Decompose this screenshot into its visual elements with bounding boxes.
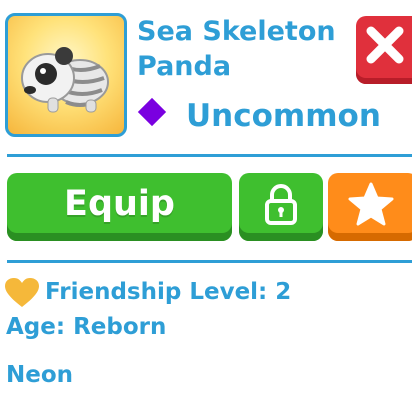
pet-name-line2: Panda [137,51,232,82]
divider-top [7,154,412,157]
close-icon [366,26,404,64]
equip-button-label: Equip [64,184,175,224]
sea-skeleton-panda-icon [21,47,109,113]
close-button[interactable] [356,16,412,84]
pet-name-line1: Sea Skeleton [137,16,336,47]
equip-button[interactable]: Equip [7,173,232,241]
divider-bottom [7,260,412,263]
rarity-label: Uncommon [186,98,381,134]
lock-button[interactable] [239,173,323,241]
neon-label: Neon [6,362,74,388]
pet-portrait [5,13,127,137]
age-label: Age: Reborn [6,314,167,340]
friendship-level: Friendship Level: 2 [45,279,292,305]
pet-name: Sea Skeleton Panda [137,14,347,84]
heart-icon [5,278,39,307]
rarity-diamond-icon [137,97,167,127]
lock-icon [265,184,297,225]
star-icon [348,182,394,226]
favorite-button[interactable] [328,173,412,241]
